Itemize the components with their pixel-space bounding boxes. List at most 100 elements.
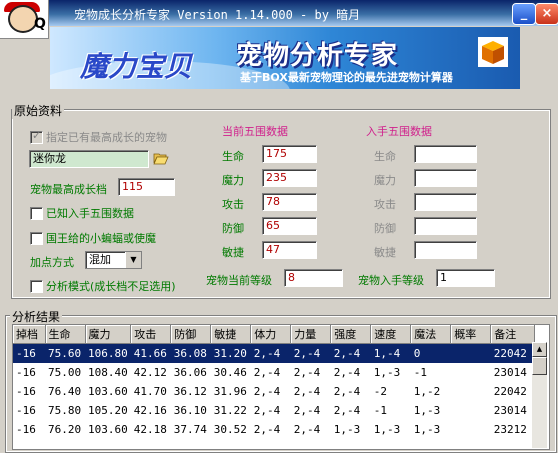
current-stats-header: 当前五围数据 bbox=[222, 125, 288, 138]
table-cell: 76.40 bbox=[48, 385, 82, 398]
column-header[interactable]: 概率 bbox=[450, 325, 492, 344]
column-header[interactable]: 强度 bbox=[330, 325, 372, 344]
table-row[interactable]: -16 75.00 108.40 42.12 36.06 30.46 2,-4 2,-4 2,-… bbox=[13, 363, 535, 382]
current-hp-field[interactable]: 175 bbox=[262, 145, 317, 163]
table-cell: 41.70 bbox=[133, 385, 167, 398]
initial-atk-field[interactable] bbox=[414, 193, 477, 211]
table-row[interactable]: -16 76.40 103.60 41.70 36.12 31.96 2,-4 2,-4 2,-… bbox=[13, 382, 535, 401]
table-cell: 1,-4 bbox=[370, 343, 411, 363]
current-atk-label: 攻击 bbox=[222, 198, 244, 211]
king-bat-checkbox[interactable] bbox=[30, 232, 43, 245]
points-mode-value: 混加 bbox=[89, 253, 111, 266]
points-mode-select[interactable]: 混加 ▼ bbox=[85, 251, 142, 269]
table-cell: 1,-3 bbox=[333, 423, 361, 436]
table-cell: 2,-4 bbox=[293, 385, 321, 398]
initial-def-field[interactable] bbox=[414, 217, 477, 235]
table-cell bbox=[451, 401, 491, 420]
current-level-field[interactable]: 8 bbox=[284, 269, 343, 287]
column-header[interactable]: 攻击 bbox=[130, 325, 172, 344]
table-cell: 2,-4 bbox=[330, 343, 371, 363]
column-header[interactable]: 掉档 bbox=[13, 325, 46, 344]
table-row[interactable]: -16 75.80 105.20 42.16 36.10 31.22 2,-4 2,-4 2,-… bbox=[13, 401, 535, 420]
table-cell: 2,-4 bbox=[253, 404, 281, 417]
max-growth-field[interactable]: 115 bbox=[118, 178, 175, 196]
initial-agi-field[interactable] bbox=[414, 241, 477, 259]
column-header[interactable]: 防御 bbox=[170, 325, 212, 344]
column-header[interactable]: 魔力 bbox=[85, 325, 132, 344]
results-label: 分析结果 bbox=[10, 308, 63, 325]
chevron-down-icon[interactable]: ▼ bbox=[125, 252, 141, 268]
initial-level-label: 宠物入手等级 bbox=[358, 274, 424, 287]
pet-name-field[interactable]: 迷你龙 bbox=[29, 150, 149, 168]
current-agi-field[interactable]: 47 bbox=[262, 241, 317, 259]
column-header[interactable]: 力量 bbox=[290, 325, 332, 344]
minimize-button[interactable]: _ bbox=[512, 3, 536, 25]
table-cell: 30.46 bbox=[213, 366, 247, 379]
table-cell: 106.80 bbox=[85, 343, 131, 363]
table-cell: 2,-4 bbox=[293, 423, 321, 436]
known-stats-checkbox[interactable] bbox=[30, 207, 43, 220]
table-cell: 42.18 bbox=[133, 423, 167, 436]
table-cell: 2,-4 bbox=[253, 385, 281, 398]
column-header[interactable]: 备注 bbox=[490, 325, 536, 344]
initial-hp-field[interactable] bbox=[414, 145, 477, 163]
current-mp-field[interactable]: 235 bbox=[262, 169, 317, 187]
table-cell: 1,-3 bbox=[373, 366, 401, 379]
analysis-mode-label: 分析模式(成长档不足选用) bbox=[46, 280, 176, 293]
initial-level-field[interactable]: 1 bbox=[436, 269, 495, 287]
table-cell: 1,-2 bbox=[413, 385, 441, 398]
table-cell: 22042 bbox=[490, 343, 535, 363]
current-hp-label: 生命 bbox=[222, 150, 244, 163]
current-level-label: 宠物当前等级 bbox=[206, 274, 272, 287]
table-cell: 103.60 bbox=[88, 423, 128, 436]
scroll-up-icon[interactable]: ▲ bbox=[532, 342, 547, 357]
table-row[interactable]: -16 76.20 103.60 42.18 37.74 30.52 2,-4 2,-4 1,-… bbox=[13, 420, 535, 439]
specify-max-growth-checkbox[interactable] bbox=[30, 129, 43, 144]
column-header[interactable]: 生命 bbox=[45, 325, 86, 344]
table-cell: 75.60 bbox=[45, 343, 85, 363]
table-cell: 105.20 bbox=[88, 404, 128, 417]
folder-open-icon[interactable] bbox=[153, 152, 169, 165]
banner-subtitle: 基于BOX最新宠物理论的最先进宠物计算器 bbox=[240, 71, 453, 84]
table-cell bbox=[451, 420, 491, 439]
table-cell: 2,-4 bbox=[333, 404, 361, 417]
table-cell: 23014 bbox=[493, 366, 527, 379]
table-row[interactable]: -16 75.60 106.80 41.66 36.08 31.20 2,-4 2,-4 2,-… bbox=[13, 343, 535, 363]
table-cell: 22042 bbox=[493, 385, 527, 398]
column-header[interactable]: 体力 bbox=[250, 325, 292, 344]
banner-title: 宠物分析专家 bbox=[236, 41, 399, 71]
initial-def-label: 防御 bbox=[374, 222, 396, 235]
table-cell: 75.80 bbox=[48, 404, 82, 417]
scroll-thumb[interactable] bbox=[532, 357, 547, 375]
table-cell: 23212 bbox=[493, 423, 527, 436]
column-header[interactable]: 魔法 bbox=[410, 325, 452, 344]
table-cell: 2,-4 bbox=[333, 366, 361, 379]
table-cell: 2,-4 bbox=[293, 404, 321, 417]
table-cell: 30.52 bbox=[213, 423, 247, 436]
table-cell: -1 bbox=[413, 366, 427, 379]
table-cell: -16 bbox=[16, 366, 36, 379]
initial-mp-field[interactable] bbox=[414, 169, 477, 187]
table-cell: 42.16 bbox=[133, 404, 167, 417]
table-cell: 31.22 bbox=[213, 404, 247, 417]
table-cell: 108.40 bbox=[88, 366, 128, 379]
column-header[interactable]: 敏捷 bbox=[210, 325, 252, 344]
table-cell: 36.12 bbox=[173, 385, 207, 398]
results-header-row: 掉档 生命 魔力 攻击 防御 敏捷 体力 力量 强度 速度 魔法 概率 备注 bbox=[13, 325, 536, 344]
vertical-scrollbar[interactable]: ▲ bbox=[532, 342, 547, 448]
column-header[interactable]: 速度 bbox=[370, 325, 412, 344]
current-atk-field[interactable]: 78 bbox=[262, 193, 317, 211]
table-cell: 23014 bbox=[493, 404, 527, 417]
table-cell: 1,-3 bbox=[413, 423, 441, 436]
table-cell: 2,-4 bbox=[253, 423, 281, 436]
table-cell bbox=[451, 363, 491, 382]
table-cell: -1 bbox=[373, 404, 387, 417]
initial-agi-label: 敏捷 bbox=[374, 246, 396, 259]
table-cell: -16 bbox=[16, 385, 36, 398]
initial-stats-header: 入手五围数据 bbox=[366, 125, 432, 138]
close-button[interactable]: × bbox=[535, 3, 558, 25]
analysis-mode-checkbox[interactable] bbox=[30, 280, 43, 293]
table-cell: 2,-4 bbox=[290, 343, 331, 363]
table-cell: 1,-3 bbox=[413, 404, 441, 417]
current-def-field[interactable]: 65 bbox=[262, 217, 317, 235]
